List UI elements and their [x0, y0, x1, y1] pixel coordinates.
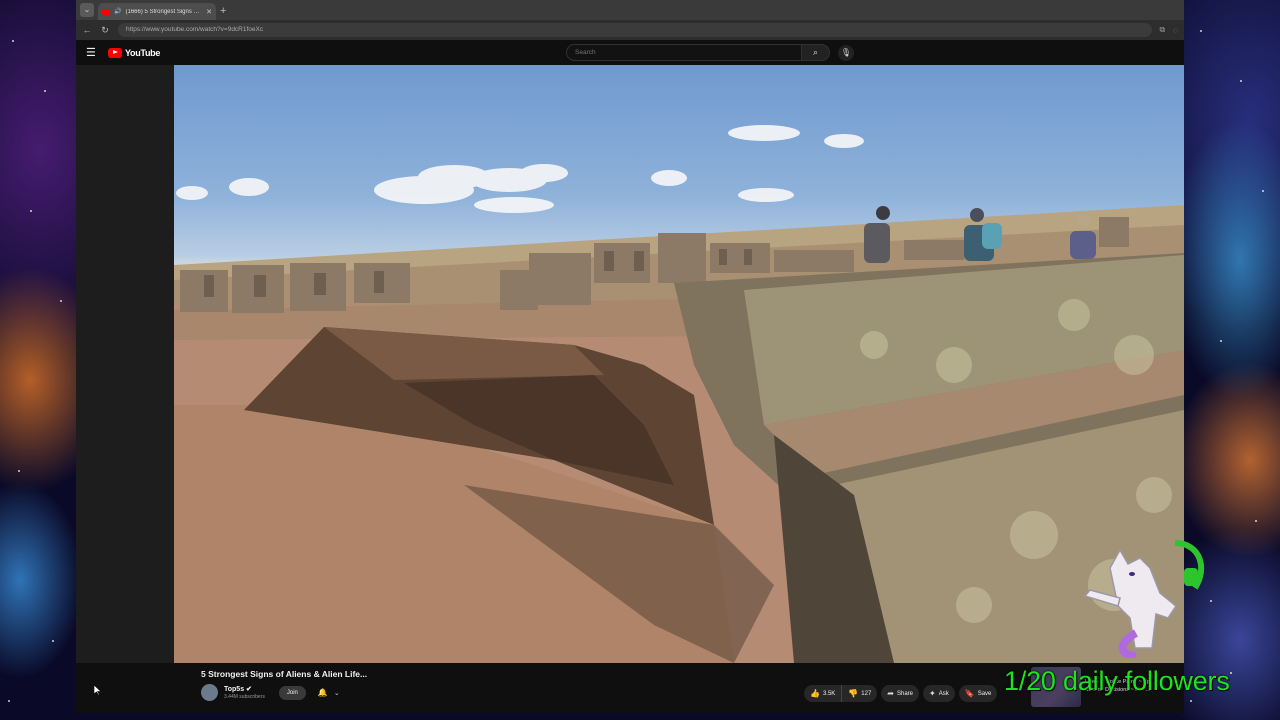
- channel-name[interactable]: Top5s ✔: [224, 685, 265, 693]
- channel-row: Top5s ✔ 3.44M subscribers Join 🔔 ⌄: [201, 684, 340, 701]
- like-count: 3.5K: [822, 690, 836, 697]
- daily-followers-overlay: 1/20 daily followers: [1004, 666, 1230, 696]
- speaker-icon[interactable]: 🔊: [114, 8, 121, 15]
- share-label: Share: [897, 690, 914, 697]
- thumbs-up-icon: 👍: [810, 689, 820, 698]
- like-button[interactable]: 👍 3.5K: [804, 685, 843, 702]
- browser-window: ⌄ 🔊 (1666) 5 Strongest Signs of A ✕ + ← …: [76, 0, 1184, 713]
- tab-title: (1666) 5 Strongest Signs of A: [125, 8, 203, 15]
- video-actions: 👍 3.5K 👎 127 ➦ Share ✦ Ask 🔖 Save: [804, 685, 998, 702]
- hamburger-icon[interactable]: ☰: [86, 46, 100, 59]
- mascot-character-overlay: [1083, 540, 1205, 658]
- youtube-logo-text: YouTube: [125, 47, 161, 58]
- youtube-header: ☰ YouTube ⌕ 🎙: [76, 40, 1184, 65]
- thumbs-down-icon: 👎: [848, 689, 859, 698]
- video-player[interactable]: [174, 65, 1184, 663]
- video-frame-ruins: [174, 125, 1184, 663]
- browser-tab[interactable]: 🔊 (1666) 5 Strongest Signs of A ✕: [98, 3, 216, 20]
- video-title: 5 Strongest Signs of Aliens & Alien Life…: [201, 669, 368, 679]
- search-icon[interactable]: ⌕: [802, 44, 830, 61]
- ask-button[interactable]: ✦ Ask: [923, 685, 955, 702]
- video-player-area: [76, 65, 1184, 663]
- subscriber-count: 3.44M subscribers: [224, 694, 265, 700]
- youtube-logo[interactable]: YouTube: [108, 47, 161, 58]
- save-button[interactable]: 🔖 Save: [958, 685, 998, 702]
- tab-list-button[interactable]: ⌄: [80, 3, 94, 17]
- search-input[interactable]: [566, 44, 802, 61]
- youtube-favicon-icon: [102, 8, 110, 15]
- search-bar: ⌕ 🎙: [566, 44, 854, 61]
- tab-bar: ⌄ 🔊 (1666) 5 Strongest Signs of A ✕ +: [76, 0, 1184, 20]
- mic-icon[interactable]: 🎙: [838, 44, 854, 61]
- bookmark-icon: 🔖: [964, 689, 975, 698]
- player-left-margin: [76, 65, 174, 663]
- share-icon: ➦: [887, 689, 894, 698]
- save-label: Save: [977, 690, 992, 697]
- address-bar: ← ↻ https://www.youtube.com/watch?v=9dcR…: [76, 20, 1184, 40]
- url-field[interactable]: https://www.youtube.com/watch?v=9dcR1foe…: [118, 23, 1152, 37]
- youtube-play-icon: [108, 47, 122, 58]
- sparkle-icon: ✦: [929, 689, 936, 698]
- extensions-icon[interactable]: ◌: [1173, 26, 1178, 35]
- dislike-count: 127: [861, 690, 872, 697]
- channel-info: Top5s ✔ 3.44M subscribers: [224, 685, 265, 700]
- chevron-down-icon[interactable]: ⌄: [334, 689, 340, 697]
- bell-icon[interactable]: 🔔: [318, 688, 328, 697]
- share-button[interactable]: ➦ Share: [881, 685, 920, 702]
- dislike-button[interactable]: 👎 127: [842, 685, 878, 702]
- ask-label: Ask: [938, 690, 949, 697]
- mouse-cursor-icon: [94, 685, 102, 695]
- channel-avatar[interactable]: [201, 684, 218, 701]
- reload-icon[interactable]: ↻: [100, 25, 110, 36]
- like-dislike-group: 👍 3.5K 👎 127: [804, 685, 878, 702]
- back-arrow-icon[interactable]: ←: [82, 25, 92, 35]
- join-button[interactable]: Join: [278, 685, 306, 700]
- install-app-icon[interactable]: ⧉: [1160, 25, 1166, 35]
- close-tab-icon[interactable]: ✕: [206, 8, 212, 16]
- new-tab-button[interactable]: +: [220, 5, 226, 17]
